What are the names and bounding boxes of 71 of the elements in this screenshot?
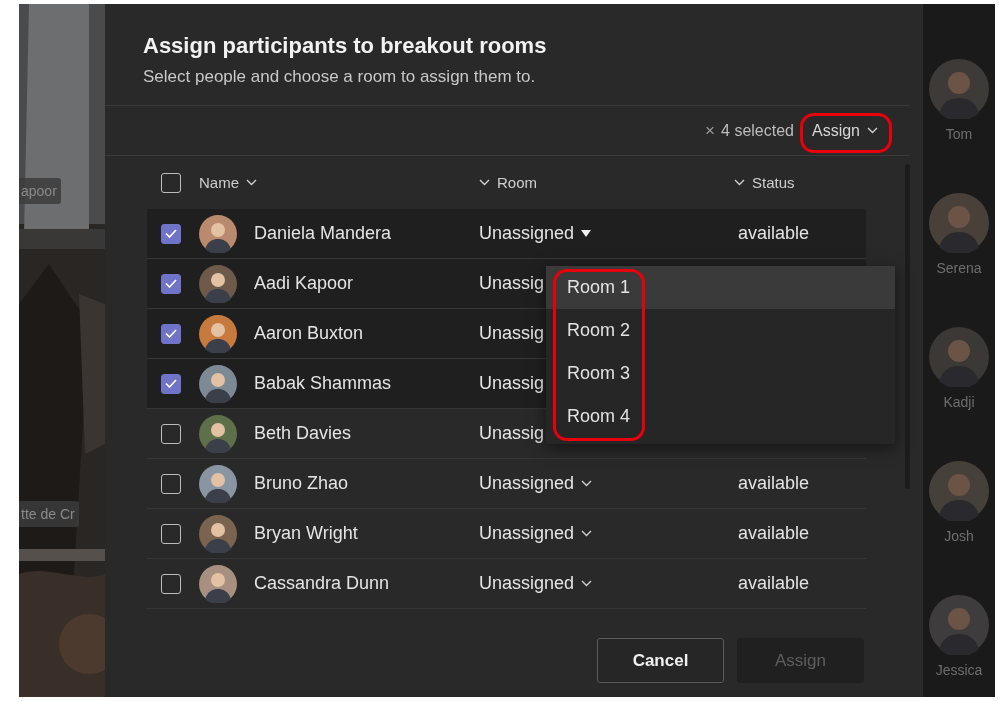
participant-name: Cassandra Dunn xyxy=(254,573,391,594)
room-option[interactable]: Room 1 xyxy=(546,266,895,309)
row-checkbox[interactable] xyxy=(161,573,181,594)
row-checkbox[interactable] xyxy=(161,523,181,544)
participant-name: Babak Shammas xyxy=(254,373,393,394)
status-text: available xyxy=(738,473,811,494)
check-icon xyxy=(165,379,177,388)
row-checkbox[interactable] xyxy=(161,423,181,444)
clear-selection-icon[interactable]: × xyxy=(705,120,716,141)
sort-chevron-icon xyxy=(246,179,257,186)
participant-name: Aadi Kapoor xyxy=(254,273,355,294)
participant-name: Bryan Wright xyxy=(254,523,359,544)
column-header[interactable]: Room xyxy=(497,174,537,191)
participant-row[interactable]: Cassandra Dunn Unassigned available xyxy=(147,559,866,609)
name-tag: apoor xyxy=(19,178,61,204)
participant-label: Josh xyxy=(944,528,974,544)
participant-name: Bruno Zhao xyxy=(254,473,350,494)
status-text: available xyxy=(738,223,811,244)
avatar xyxy=(199,314,237,353)
column-header[interactable]: Name xyxy=(199,174,239,191)
participant-name: Daniela Mandera xyxy=(254,223,393,244)
participant-name: Beth Davies xyxy=(254,423,353,444)
avatar xyxy=(199,264,237,303)
avatar xyxy=(199,464,237,503)
participant-row[interactable]: Bruno Zhao Unassigned available xyxy=(147,459,866,509)
dialog-title: Assign participants to breakout rooms xyxy=(143,33,548,59)
avatar xyxy=(929,59,989,119)
select-all-checkbox[interactable] xyxy=(161,172,181,193)
avatar xyxy=(199,214,237,253)
room-dropdown[interactable]: Unassigned xyxy=(479,523,575,544)
check-icon xyxy=(165,329,177,338)
row-checkbox[interactable] xyxy=(161,373,181,394)
room-dropdown[interactable]: Unassig xyxy=(479,423,545,444)
row-checkbox[interactable] xyxy=(161,273,181,294)
assign-menu-button[interactable]: Assign xyxy=(809,117,880,144)
participant-label: Jessica xyxy=(935,662,983,678)
avatar xyxy=(929,595,989,655)
check-icon xyxy=(165,279,177,288)
room-dropdown[interactable]: Unassig xyxy=(479,323,545,344)
participant-row[interactable]: Daniela Mandera Unassigned available xyxy=(147,209,866,259)
cancel-button[interactable]: Cancel xyxy=(597,638,724,683)
room-dropdown[interactable]: Unassigned xyxy=(479,573,575,594)
avatar xyxy=(929,327,989,387)
row-checkbox[interactable] xyxy=(161,223,181,244)
room-dropdown[interactable]: Unassig xyxy=(479,373,545,394)
check-icon xyxy=(165,229,177,238)
column-header[interactable]: Status xyxy=(752,174,795,191)
participant-row[interactable]: Bryan Wright Unassigned available xyxy=(147,509,866,559)
avatar xyxy=(199,414,237,453)
chevron-icon xyxy=(867,127,878,134)
status-text: available xyxy=(738,523,811,544)
room-dropdown[interactable]: Unassigned xyxy=(479,223,575,244)
status-text: available xyxy=(738,573,811,594)
avatar xyxy=(929,193,989,253)
sort-chevron-icon xyxy=(734,179,745,186)
avatar xyxy=(199,514,237,553)
participant-label: Tom xyxy=(945,126,973,142)
avatar xyxy=(199,364,237,403)
avatar xyxy=(199,564,237,603)
avatar xyxy=(929,461,989,521)
row-checkbox[interactable] xyxy=(161,473,181,494)
room-dropdown[interactable]: Unassig xyxy=(479,273,545,294)
participant-name: Aaron Buxton xyxy=(254,323,365,344)
row-checkbox[interactable] xyxy=(161,323,181,344)
participant-label: Serena xyxy=(936,260,982,276)
sort-chevron-icon xyxy=(479,179,490,186)
participant-label: Kadji xyxy=(943,394,975,410)
name-tag: tte de Cr xyxy=(19,501,79,527)
dialog-subtitle: Select people and choose a room to assign them to. xyxy=(143,67,537,87)
room-dropdown[interactable]: Unassigned xyxy=(479,473,575,494)
selected-count: 4 selected xyxy=(721,121,794,140)
